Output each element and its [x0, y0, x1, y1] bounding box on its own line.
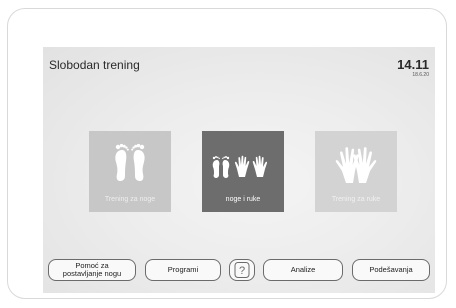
page-title: Slobodan trening: [49, 58, 140, 72]
help-button-label: Pomoć za postavljanje nogu: [63, 262, 121, 278]
help-label-line2: postavljanje nogu: [62, 269, 122, 278]
mode-tile-hands[interactable]: Trening za ruke: [315, 131, 397, 212]
device-frame: Slobodan trening 14.11 18.6.20 Trening z…: [7, 8, 447, 299]
settings-button[interactable]: Podešavanja: [352, 259, 430, 281]
hands-icon: [335, 147, 377, 183]
analysis-button[interactable]: Analize: [263, 259, 343, 281]
mode-label: Trening za ruke: [331, 196, 381, 203]
clock-time: 14.11: [397, 57, 429, 72]
mode-label: noge i ruke: [225, 196, 261, 203]
clock-date: 18.6.20: [412, 72, 429, 78]
clock: 14.11 18.6.20: [397, 58, 429, 79]
foot-positioning-help-button[interactable]: Pomoć za postavljanje nogu: [48, 259, 136, 281]
question-mark: ?: [239, 265, 245, 277]
mode-tile-feet-and-hands[interactable]: noge i ruke: [202, 131, 284, 212]
help-button[interactable]: ?: [229, 259, 255, 281]
question-icon: ?: [234, 262, 250, 278]
mode-label: Trening za noge: [104, 196, 156, 203]
touch-screen: Slobodan trening 14.11 18.6.20 Trening z…: [43, 47, 435, 293]
feet-icon: [115, 143, 145, 181]
feet-and-hands-icon: [212, 155, 268, 178]
programs-button[interactable]: Programi: [145, 259, 221, 281]
mode-tile-feet[interactable]: Trening za noge: [89, 131, 171, 212]
